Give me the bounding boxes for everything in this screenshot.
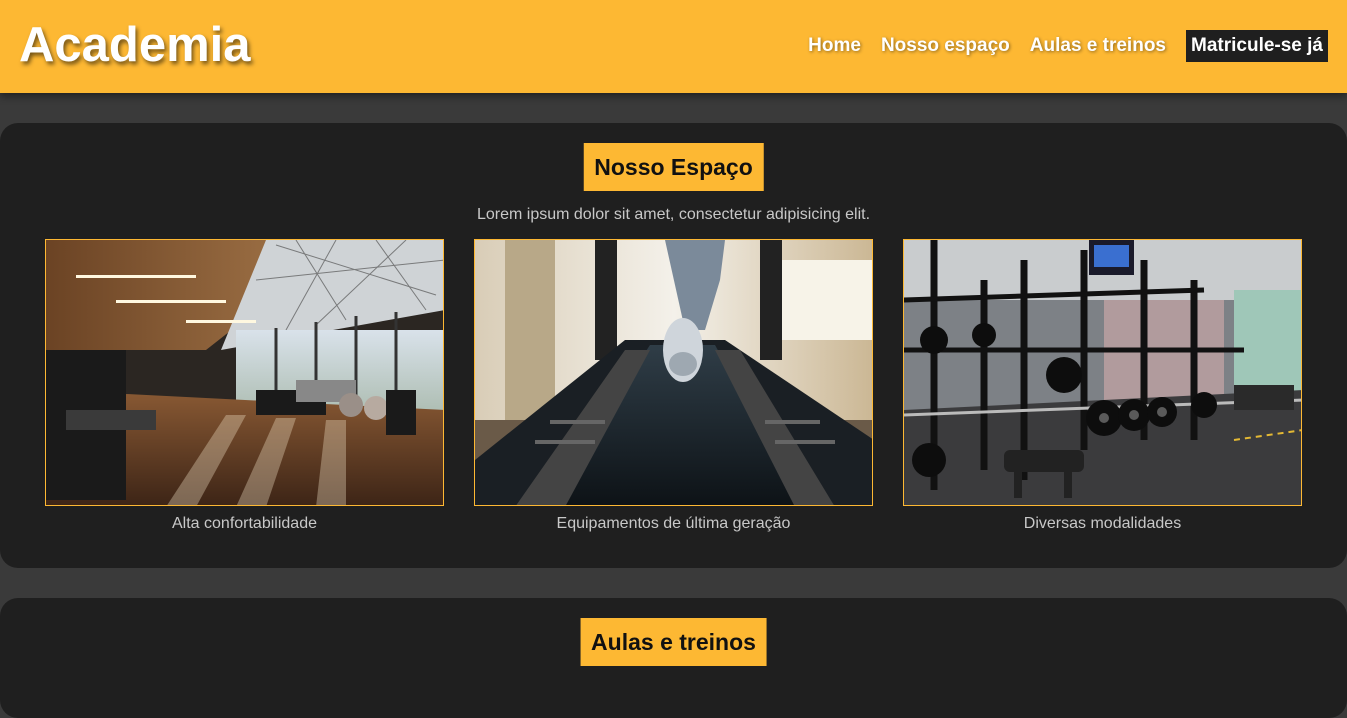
space-section-description: Lorem ipsum dolor sit amet, consectetur … xyxy=(476,206,871,223)
nav-home[interactable]: Home xyxy=(808,30,861,62)
site-logo[interactable]: Academia xyxy=(19,17,251,73)
nav-aulas-treinos[interactable]: Aulas e treinos xyxy=(1030,30,1166,62)
feature-card-modalities: Diversas modalidades xyxy=(903,239,1302,533)
classes-section-title: Aulas e treinos xyxy=(580,618,767,666)
card-caption: Diversas modalidades xyxy=(1023,515,1182,532)
treadmill-photo xyxy=(474,239,873,506)
classes-section: Aulas e treinos xyxy=(0,598,1347,718)
feature-card-comfort: Alta confortabilidade xyxy=(45,239,444,533)
space-section: Nosso Espaço Lorem ipsum dolor sit amet,… xyxy=(0,123,1347,568)
enroll-button[interactable]: Matricule-se já xyxy=(1186,30,1328,62)
main-nav: Home Nosso espaço Aulas e treinos Matric… xyxy=(788,30,1328,62)
card-caption: Equipamentos de última geração xyxy=(556,515,791,532)
feature-card-equipment: Equipamentos de última geração xyxy=(474,239,873,533)
site-header: Academia Home Nosso espaço Aulas e trein… xyxy=(0,0,1347,93)
gym-interior-photo xyxy=(45,239,444,506)
nav-nosso-espaco[interactable]: Nosso espaço xyxy=(881,30,1010,62)
card-caption: Alta confortabilidade xyxy=(172,515,317,532)
weight-racks-photo xyxy=(903,239,1302,506)
space-section-title: Nosso Espaço xyxy=(583,143,764,191)
